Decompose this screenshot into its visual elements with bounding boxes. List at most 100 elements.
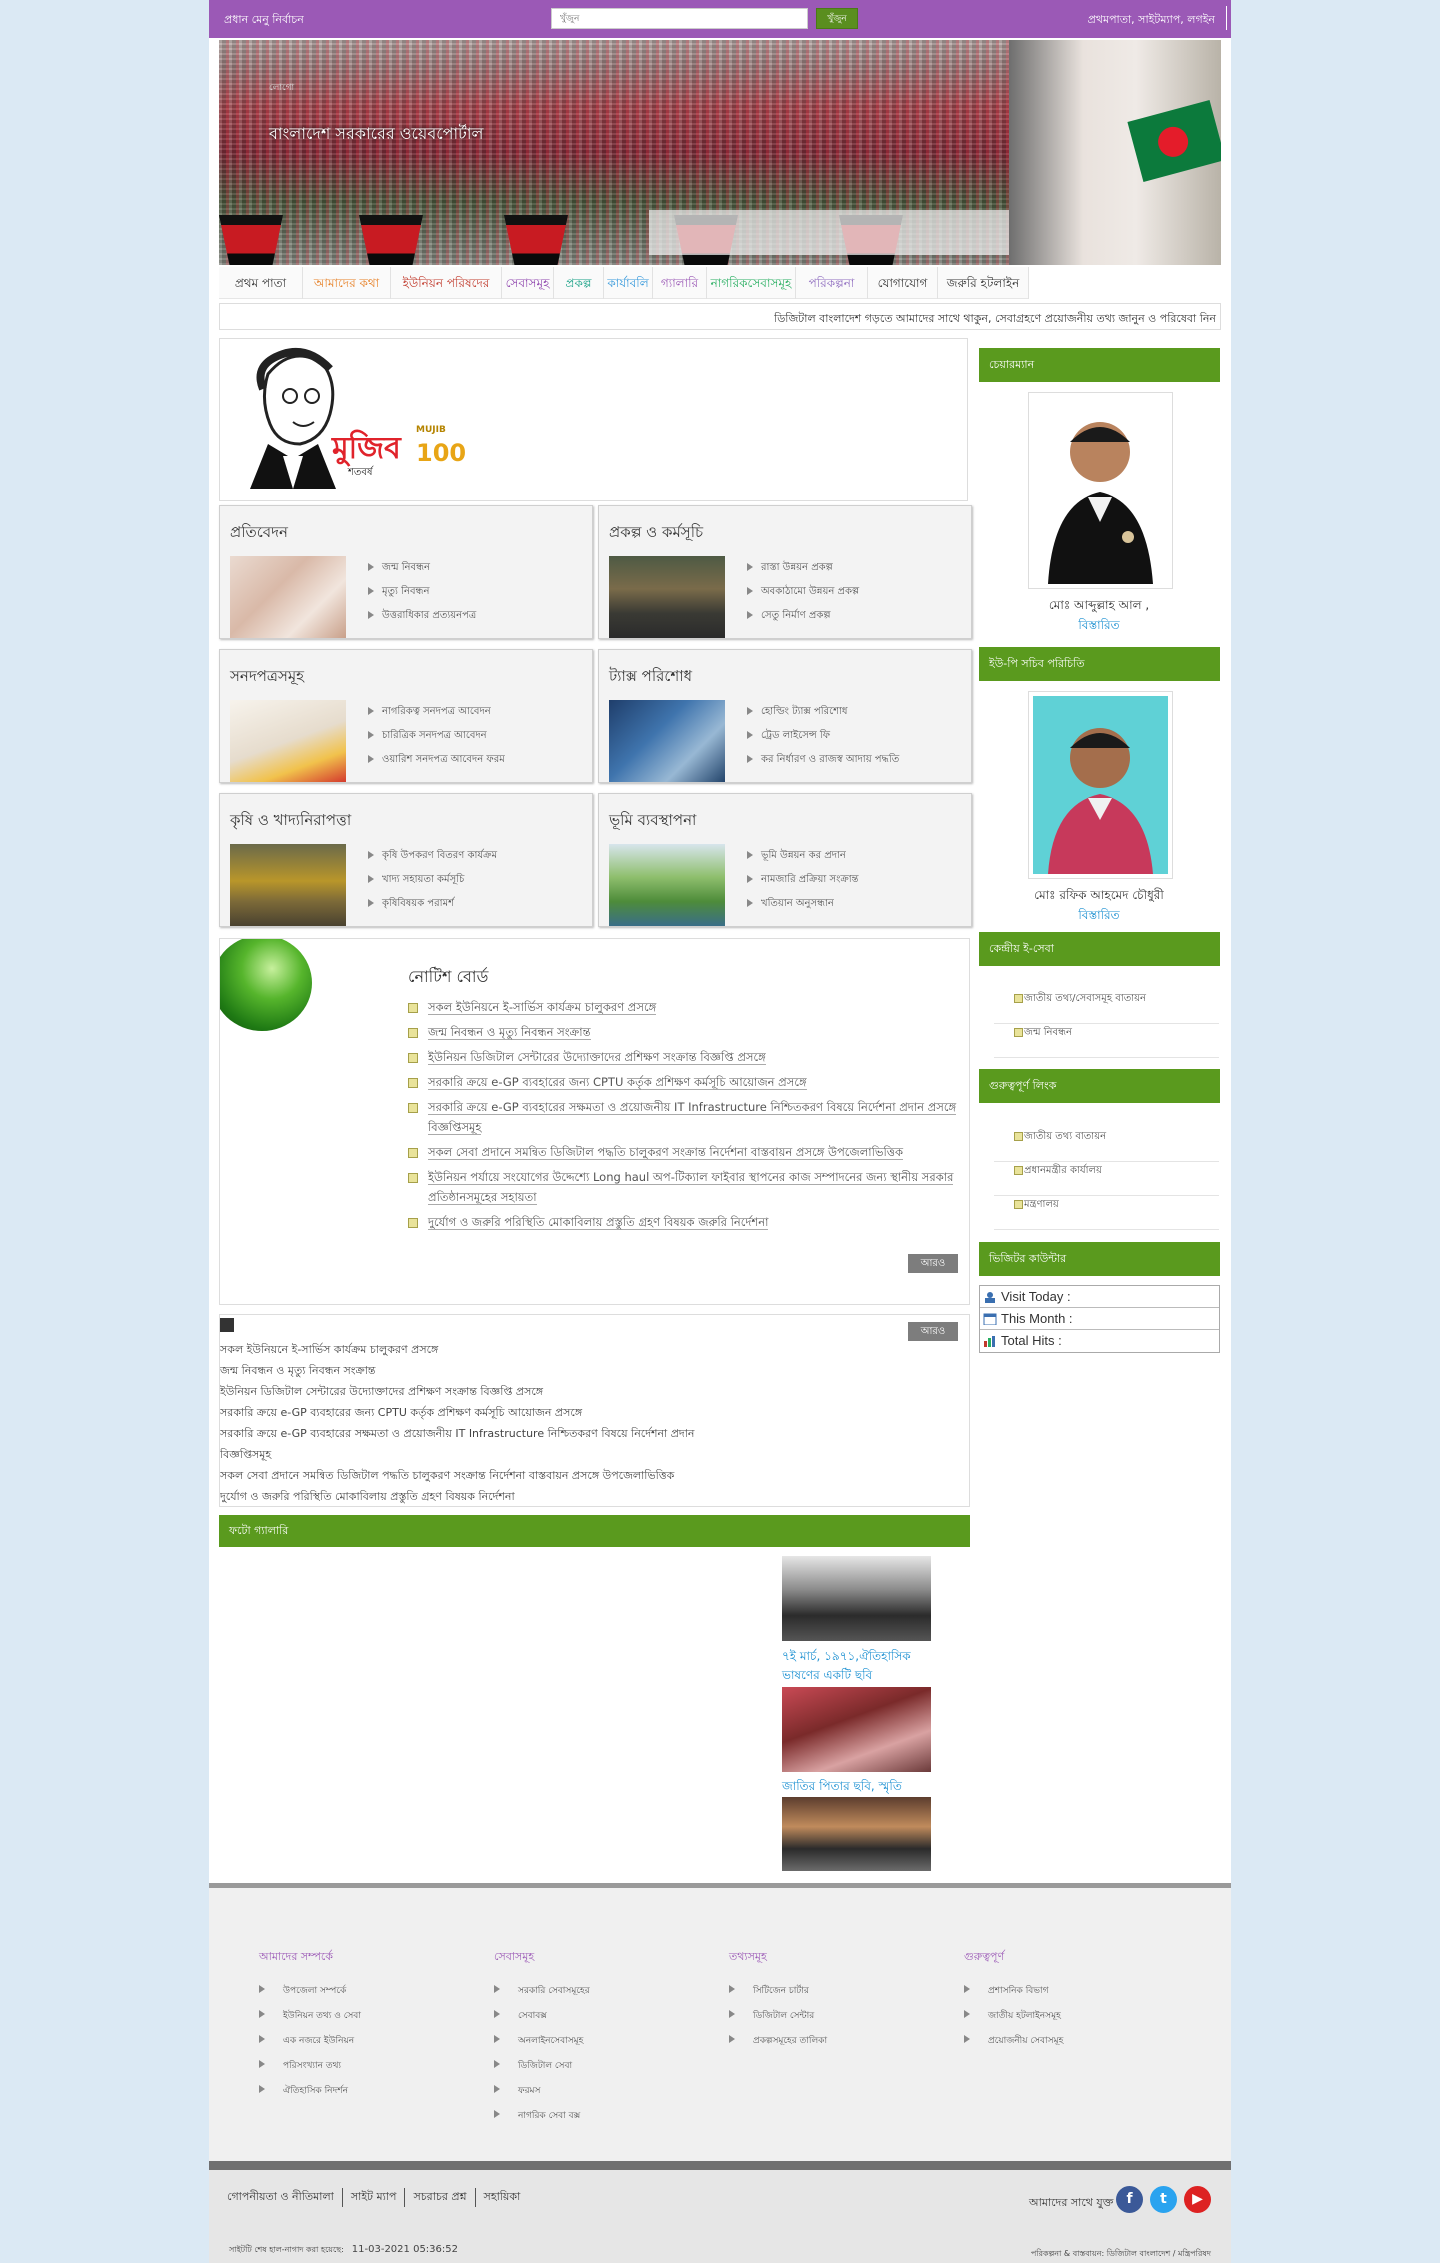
box-link[interactable]: জন্ম নিবন্ধন <box>368 560 476 584</box>
secretary-details-link[interactable]: বিস্তারিত <box>979 907 1219 927</box>
box-link[interactable]: নাগরিকত্ব সনদপত্র আবেদন <box>368 704 505 728</box>
service-box: কৃষি ও খাদ্যনিরাপত্তা কৃষি উপকরণ বিতরণ ক… <box>219 793 593 927</box>
youtube-icon[interactable]: ▶ <box>1184 2186 1211 2213</box>
box-link[interactable]: ট্রেড লাইসেন্স ফি <box>747 728 899 752</box>
eservice-link[interactable]: জাতীয় তথ্য/সেবাসমূহ বাতায়ন <box>994 990 1219 1024</box>
nav-item-services[interactable]: সেবাসমূহ <box>502 267 554 299</box>
notice-item[interactable]: ইউনিয়ন পর্যায়ে সংযোগের উদ্দেশ্যে Long … <box>408 1167 968 1207</box>
gallery-caption[interactable]: জাতির পিতার ছবি, স্মৃতি <box>782 1777 942 1796</box>
scroll-notice-item[interactable]: সরকারি ক্রয়ে e-GP ব্যবহারের সক্ষমতা ও প… <box>220 1423 694 1444</box>
nav-item-union[interactable]: ইউনিয়ন পরিষদের <box>391 267 502 299</box>
notice-item[interactable]: দুর্যোগ ও জরুরি পরিস্থিতি মোকাবিলায় প্র… <box>408 1212 968 1232</box>
twitter-icon[interactable]: t <box>1150 2186 1177 2213</box>
notice-item[interactable]: সকল সেবা প্রদানে সমন্বিত ডিজিটাল পদ্ধতি … <box>408 1142 968 1162</box>
scroll-notice-item[interactable]: সকল ইউনিয়নে ই-সার্ভিস কার্যক্রম চালুকরণ… <box>220 1339 694 1360</box>
box-link[interactable]: হোল্ডিং ট্যাক্স পরিশোধ <box>747 704 899 728</box>
box-link[interactable]: কর নির্ধারণ ও রাজস্ব আদায় পদ্ধতি <box>747 752 899 776</box>
box-link[interactable]: ওয়ারিশ সনদপত্র আবেদন ফরম <box>368 752 505 776</box>
box-link[interactable]: অবকাঠামো উন্নয়ন প্রকল্প <box>747 584 859 608</box>
box-title[interactable]: সনদপত্রসমূহ <box>230 665 304 690</box>
footer-link[interactable]: উপজেলা সম্পর্কে <box>259 1983 361 2008</box>
box-title[interactable]: ট্যাক্স পরিশোধ <box>609 665 692 690</box>
scroll-notice-item[interactable]: জন্ম নিবন্ধন ও মৃত্যু নিবন্ধন সংক্রান্ত <box>220 1360 694 1381</box>
help-link[interactable]: সহায়িকা <box>476 2188 529 2207</box>
facebook-icon[interactable]: f <box>1116 2186 1143 2213</box>
box-links: রাস্তা উন্নয়ন প্রকল্প অবকাঠামো উন্নয়ন … <box>747 560 859 632</box>
nav-item-planning[interactable]: পরিকল্পনা <box>796 267 868 299</box>
nav-item-activities[interactable]: কার্যাবলি <box>604 267 653 299</box>
box-link[interactable]: সেতু নির্মাণ প্রকল্প <box>747 608 859 632</box>
footer-link[interactable]: এক নজরে ইউনিয়ন <box>259 2033 361 2058</box>
nav-item-hotline[interactable]: জরুরি হটলাইন <box>938 267 1029 299</box>
nav-item-projects[interactable]: প্রকল্প <box>554 267 604 299</box>
social-label: আমাদের সাথে যুক্ত <box>1029 2196 1114 2209</box>
footer-link[interactable]: ডিজিটাল সেন্টার <box>729 2008 827 2033</box>
notice-more-button[interactable]: আরও <box>908 1254 958 1273</box>
service-box: প্রকল্প ও কর্মসূচি রাস্তা উন্নয়ন প্রকল্… <box>598 505 972 639</box>
box-link[interactable]: কৃষিবিষয়ক পরামর্শ <box>368 896 497 920</box>
sitemap-link[interactable]: সাইট ম্যাপ <box>343 2188 406 2207</box>
notice-item[interactable]: সরকারি ক্রয়ে e-GP ব্যবহারের জন্য CPTU ক… <box>408 1072 968 1092</box>
nav-item-contact[interactable]: যোগাযোগ <box>868 267 938 299</box>
footer-link[interactable]: পরিসংখ্যান তথ্য <box>259 2058 361 2083</box>
search-button[interactable]: খুঁজুন <box>816 8 858 29</box>
important-link[interactable]: মন্ত্রণালয় <box>994 1196 1219 1230</box>
search-input[interactable] <box>551 8 808 29</box>
box-link[interactable]: কৃষি উপকরণ বিতরণ কার্যক্রম <box>368 848 497 872</box>
footer-link[interactable]: ডিজিটাল সেবা <box>494 2058 590 2083</box>
box-link[interactable]: খাদ্য সহায়তা কর্মসূচি <box>368 872 497 896</box>
scroll-notice-item[interactable]: সরকারি ক্রয়ে e-GP ব্যবহারের জন্য CPTU ক… <box>220 1402 694 1423</box>
box-title[interactable]: কৃষি ও খাদ্যনিরাপত্তা <box>230 809 351 834</box>
chairman-photo-frame <box>1028 392 1173 589</box>
box-link[interactable]: রাস্তা উন্নয়ন প্রকল্প <box>747 560 859 584</box>
top-links[interactable]: প্রথমপাতা, সাইটম্যাপ, লগইন <box>1088 11 1215 30</box>
notice-item[interactable]: ইউনিয়ন ডিজিটাল সেন্টারের উদ্যোক্তাদের প… <box>408 1047 968 1067</box>
nav-item-about[interactable]: আমাদের কথা <box>303 267 391 299</box>
scroll-notice-item[interactable]: ইউনিয়ন ডিজিটাল সেন্টারের উদ্যোক্তাদের প… <box>220 1381 694 1402</box>
footer-link[interactable]: অনলাইনসেবাসমূহ <box>494 2033 590 2058</box>
footer-link[interactable]: প্রশাসনিক বিভাগ <box>964 1983 1063 2008</box>
privacy-link[interactable]: গোপনীয়তা ও নীতিমালা <box>219 2188 343 2207</box>
ticker-text[interactable]: ডিজিটাল বাংলাদেশ গড়তে আমাদের সাথে থাকুন… <box>774 310 1216 329</box>
footer-link[interactable]: ইউনিয়ন তথ্য ও সেবা <box>259 2008 361 2033</box>
nav-item-citizen[interactable]: নাগরিকসেবাসমূহ <box>707 267 796 299</box>
box-title[interactable]: ভূমি ব্যবস্থাপনা <box>609 809 696 834</box>
notice-item[interactable]: জন্ম নিবন্ধন ও মৃত্যু নিবন্ধন সংক্রান্ত <box>408 1022 968 1042</box>
footer-link[interactable]: সরকারি সেবাসমূহের <box>494 1983 590 2008</box>
nav-item-home[interactable]: প্রথম পাতা <box>219 267 303 299</box>
scroll-more-button[interactable]: আরও <box>908 1322 958 1341</box>
footer-link[interactable]: সিটিজেন চার্টার <box>729 1983 827 2008</box>
box-link[interactable]: খতিয়ান অনুসন্ধান <box>747 896 859 920</box>
box-link[interactable]: মৃত্যু নিবন্ধন <box>368 584 476 608</box>
calendar-icon <box>983 1313 997 1325</box>
eservice-link[interactable]: জন্ম নিবন্ধন <box>994 1024 1219 1058</box>
important-link[interactable]: প্রধানমন্ত্রীর কার্যালয় <box>994 1162 1219 1196</box>
notice-item[interactable]: সকল ইউনিয়নে ই-সার্ভিস কার্যক্রম চালুকরণ… <box>408 997 968 1017</box>
gallery-image[interactable] <box>782 1556 931 1641</box>
box-title[interactable]: প্রকল্প ও কর্মসূচি <box>609 521 703 546</box>
box-link[interactable]: ভূমি উন্নয়ন কর প্রদান <box>747 848 859 872</box>
footer-link[interactable]: ঐতিহাসিক নিদর্শন <box>259 2083 361 2108</box>
footer-link[interactable]: প্রকল্পসমূহের তালিকা <box>729 2033 827 2058</box>
important-link[interactable]: জাতীয় তথ্য বাতায়ন <box>994 1128 1219 1162</box>
footer-link[interactable]: সেবাবক্স <box>494 2008 590 2033</box>
box-link[interactable]: চারিত্রিক সনদপত্র আবেদন <box>368 728 505 752</box>
footer-link[interactable]: নাগরিক সেবা বক্স <box>494 2108 590 2133</box>
footer-link[interactable]: প্রয়োজনীয় সেবাসমূহ <box>964 2033 1063 2058</box>
faq-link[interactable]: সচরাচর প্রশ্ন <box>405 2188 476 2207</box>
footer-link[interactable]: ফরমস <box>494 2083 590 2108</box>
chairman-details-link[interactable]: বিস্তারিত <box>979 617 1219 637</box>
scroll-notice-item[interactable]: বিজ্ঞপ্তিসমূহ <box>220 1444 694 1465</box>
notice-item[interactable]: সরকারি ক্রয়ে e-GP ব্যবহারের সক্ষমতা ও প… <box>408 1097 968 1137</box>
gallery-image[interactable] <box>782 1797 931 1871</box>
box-link[interactable]: উত্তরাধিকার প্রত্যয়নপত্র <box>368 608 476 632</box>
gallery-image[interactable] <box>782 1687 931 1772</box>
box-link[interactable]: নামজারি প্রক্রিয়া সংক্রান্ত <box>747 872 859 896</box>
box-title[interactable]: প্রতিবেদন <box>230 521 288 546</box>
scroll-notice-item[interactable]: দুর্যোগ ও জরুরি পরিস্থিতি মোকাবিলায় প্র… <box>220 1486 694 1506</box>
site-name[interactable]: প্রধান মেনু নির্বাচন <box>224 11 304 30</box>
nav-item-gallery[interactable]: গ্যালারি <box>653 267 707 299</box>
scroll-notice-item[interactable]: সকল সেবা প্রদানে সমন্বিত ডিজিটাল পদ্ধতি … <box>220 1465 694 1486</box>
footer-link[interactable]: জাতীয় হটলাইনসমূহ <box>964 2008 1063 2033</box>
gallery-caption[interactable]: ৭ই মার্চ, ১৯৭১,ঐতিহাসিক ভাষণের একটি ছবি <box>782 1647 942 1685</box>
